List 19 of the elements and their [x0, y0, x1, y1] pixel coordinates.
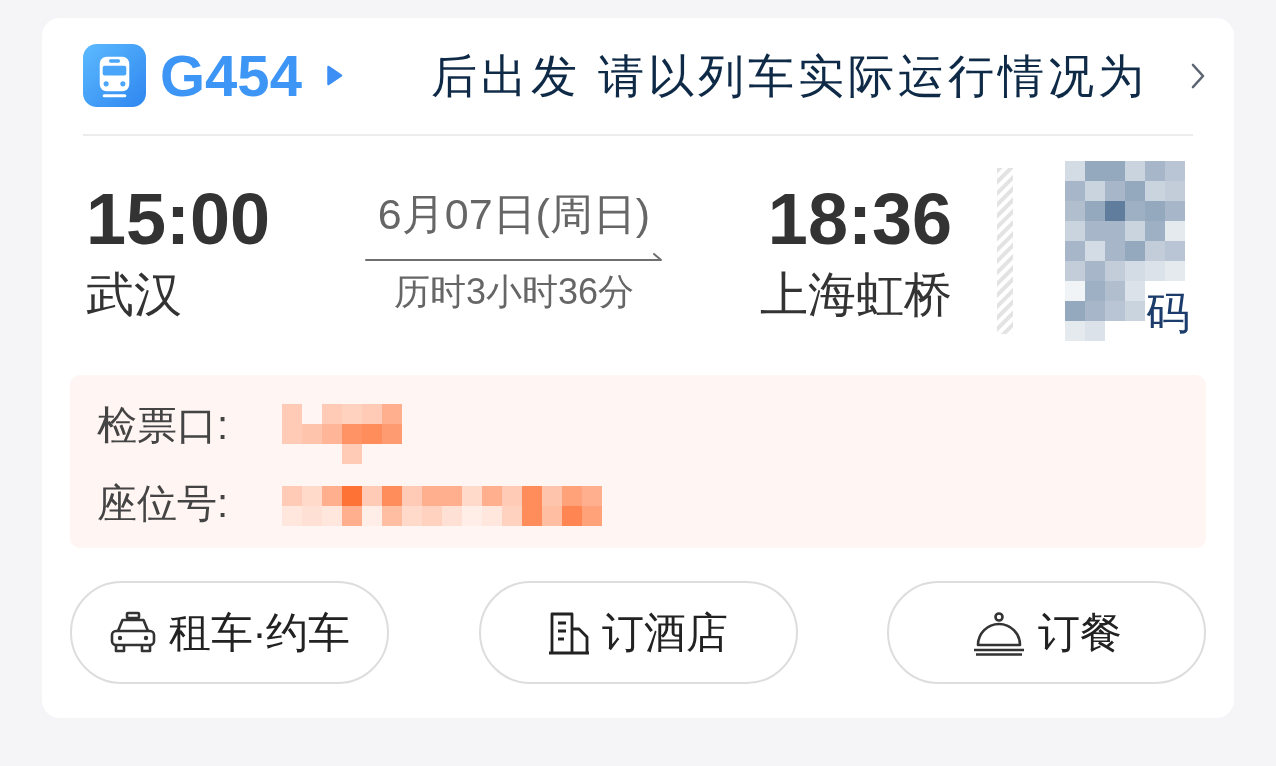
departure-station: 武汉	[86, 267, 182, 323]
action-button[interactable]: 租车·约车	[70, 581, 389, 684]
notice-text: 后出发 请以列车实际运行情况为	[429, 48, 1148, 104]
building-icon	[548, 610, 590, 655]
info-label: 检票口:	[97, 402, 230, 449]
ride-code-label: 码	[1146, 289, 1190, 337]
info-label: 座位号:	[97, 480, 230, 527]
play-icon[interactable]	[325, 65, 343, 86]
departure-time: 15:00	[86, 179, 271, 259]
chevron-right-icon[interactable]	[1190, 61, 1206, 90]
cloche-icon	[971, 609, 1026, 656]
taxi-icon	[108, 610, 157, 655]
train-icon	[83, 44, 146, 107]
travel-date: 6月07日(周日)	[377, 189, 651, 240]
trip-duration: 历时3小时36分	[393, 270, 635, 314]
action-button[interactable]: 订酒店	[478, 581, 798, 684]
arrival-time: 18:36	[767, 179, 952, 259]
arrival-station: 上海虹桥	[760, 267, 952, 323]
action-button[interactable]: 订餐	[887, 581, 1206, 684]
